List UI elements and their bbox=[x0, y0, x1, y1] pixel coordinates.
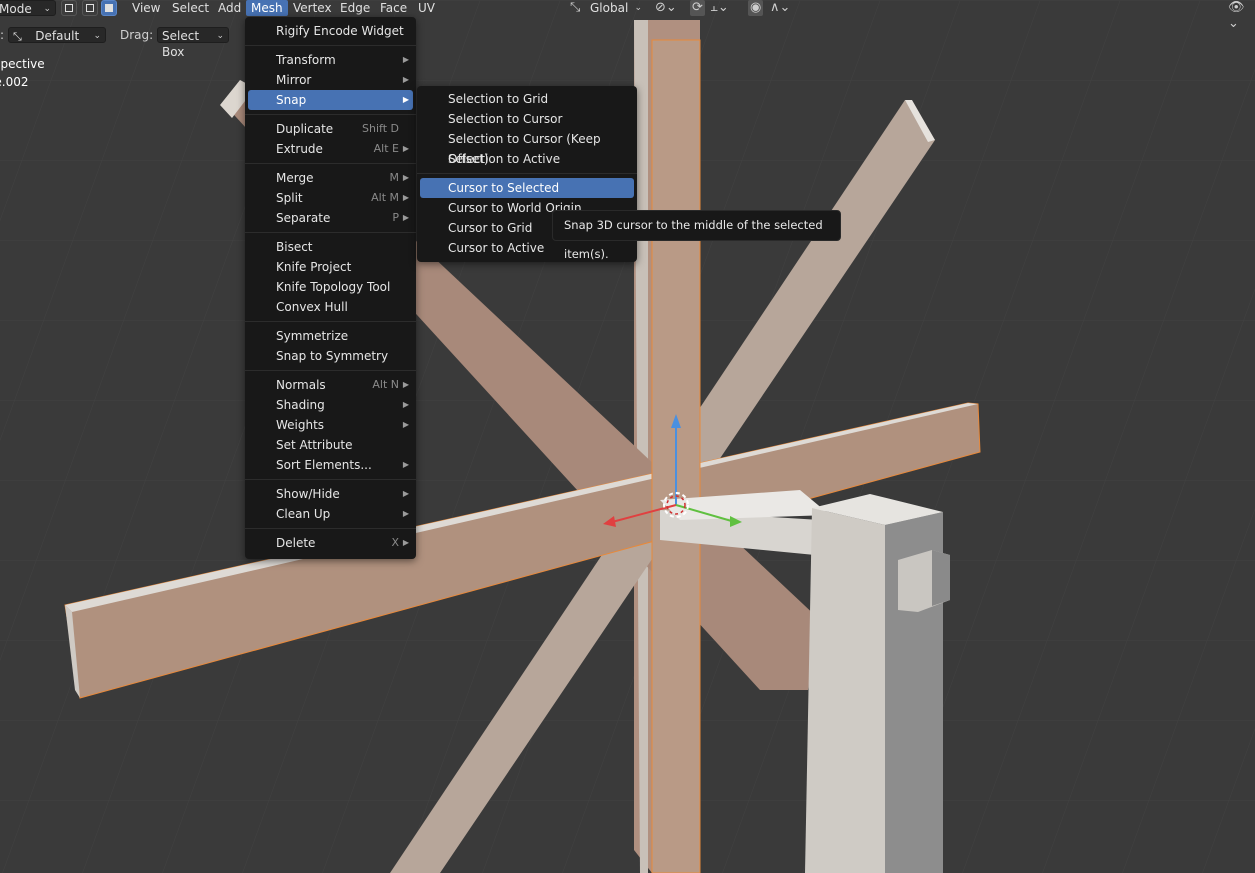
submenu-arrow-icon: ▶ bbox=[402, 55, 409, 64]
transform-orientation-label: Global bbox=[590, 1, 629, 15]
submenu-arrow-icon: ▶ bbox=[402, 489, 409, 498]
drag-label: Drag: bbox=[120, 28, 154, 42]
menu-vertex[interactable]: Vertex bbox=[288, 0, 337, 16]
drag-dropdown[interactable]: Select Box ⌄ bbox=[157, 27, 229, 59]
eye-icon[interactable]: 👁⌄ bbox=[1228, 0, 1255, 31]
snap-target-icon[interactable]: ⫠⌄ bbox=[710, 0, 729, 16]
menu-select[interactable]: Select bbox=[167, 0, 214, 16]
menu-item-selection-to-grid[interactable]: Selection to Grid bbox=[420, 89, 634, 109]
menu-item-show-hide[interactable]: Show/Hide ▶ bbox=[248, 484, 413, 504]
vertex-select-icon bbox=[65, 4, 73, 12]
menu-item-weights[interactable]: Weights ▶ bbox=[248, 415, 413, 435]
menu-item-clean-up[interactable]: Clean Up ▶ bbox=[248, 504, 413, 524]
submenu-arrow-icon: ▶ bbox=[402, 538, 409, 547]
edge-select-icon bbox=[86, 4, 94, 12]
menu-item-separate[interactable]: Separate P ▶ bbox=[248, 208, 413, 228]
snap-toggle-icon[interactable]: ⟳ bbox=[690, 0, 705, 16]
edge-select-button[interactable] bbox=[82, 0, 98, 16]
menu-face[interactable]: Face bbox=[375, 0, 412, 16]
menu-item-cursor-to-selected[interactable]: Cursor to Selected bbox=[420, 178, 634, 198]
menu-item-shading[interactable]: Shading ▶ bbox=[248, 395, 413, 415]
face-select-icon bbox=[105, 4, 113, 12]
tooltip: Snap 3D cursor to the middle of the sele… bbox=[552, 210, 841, 261]
chevron-down-icon: ⌄ bbox=[93, 31, 101, 41]
menu-item-mirror[interactable]: Mirror ▶ bbox=[248, 70, 413, 90]
menu-uv[interactable]: UV bbox=[413, 0, 440, 16]
viewport-header: Mode ⌄ View Select Add Mesh Vertex Edge … bbox=[0, 0, 1255, 31]
orientation-icon: ⤡ bbox=[13, 30, 26, 43]
menu-add[interactable]: Add bbox=[213, 0, 246, 16]
submenu-arrow-icon: ▶ bbox=[402, 400, 409, 409]
view-name-label: User Perspective bbox=[0, 57, 45, 71]
transform-orientation-icon: ⤡ bbox=[570, 0, 581, 15]
orientation-dropdown[interactable]: ⤡ Default ⌄ bbox=[8, 27, 106, 43]
submenu-arrow-icon: ▶ bbox=[402, 509, 409, 518]
menu-item-merge[interactable]: Merge M ▶ bbox=[248, 168, 413, 188]
vertex-select-button[interactable] bbox=[61, 0, 77, 16]
menu-item-selection-to-cursor[interactable]: Selection to Cursor bbox=[420, 109, 634, 129]
chevron-down-icon: ⌄ bbox=[634, 3, 642, 13]
submenu-arrow-icon: ▶ bbox=[402, 193, 409, 202]
menu-item-selection-to-active[interactable]: Selection to Active bbox=[420, 149, 634, 169]
falloff-icon[interactable]: ∧⌄ bbox=[770, 0, 790, 16]
submenu-arrow-icon: ▶ bbox=[402, 420, 409, 429]
menu-item-normals[interactable]: Normals Alt N ▶ bbox=[248, 375, 413, 395]
submenu-arrow-icon: ▶ bbox=[402, 213, 409, 222]
menu-item-set-attribute[interactable]: Set Attribute bbox=[248, 435, 413, 455]
menu-item-delete[interactable]: Delete X ▶ bbox=[248, 533, 413, 553]
submenu-arrow-icon: ▶ bbox=[402, 380, 409, 389]
menu-item-duplicate[interactable]: Duplicate Shift D bbox=[248, 119, 413, 139]
menu-item-convex-hull[interactable]: Convex Hull bbox=[248, 297, 413, 317]
chevron-down-icon: ⌄ bbox=[43, 4, 51, 14]
submenu-arrow-icon: ▶ bbox=[402, 460, 409, 469]
menu-item-extrude[interactable]: Extrude Alt E ▶ bbox=[248, 139, 413, 159]
menu-mesh[interactable]: Mesh bbox=[246, 0, 288, 16]
menu-item-knife-topology-tool[interactable]: Knife Topology Tool bbox=[248, 277, 413, 297]
menu-view[interactable]: View bbox=[127, 0, 165, 16]
pivot-point-icon[interactable]: ⊘⌄ bbox=[655, 0, 677, 16]
chevron-down-icon: ⌄ bbox=[216, 31, 224, 41]
proportional-editing-icon[interactable]: ◉ bbox=[748, 0, 764, 16]
submenu-arrow-icon: ▶ bbox=[402, 75, 409, 84]
menu-edge[interactable]: Edge bbox=[335, 0, 375, 16]
face-select-button[interactable] bbox=[101, 0, 117, 16]
menu-item-symmetrize[interactable]: Symmetrize bbox=[248, 326, 413, 346]
menu-item-snap[interactable]: Snap ▶ bbox=[248, 90, 413, 110]
menu-item-rigify-encode-widget[interactable]: Rigify Encode Widget bbox=[248, 21, 413, 41]
menu-item-snap-to-symmetry[interactable]: Snap to Symmetry bbox=[248, 346, 413, 366]
mode-label: Mode bbox=[0, 2, 32, 16]
submenu-arrow-icon: ▶ bbox=[402, 95, 409, 104]
object-name-label: (1) Cube.002 bbox=[0, 75, 29, 89]
menu-item-knife-project[interactable]: Knife Project bbox=[248, 257, 413, 277]
submenu-arrow-icon: ▶ bbox=[402, 144, 409, 153]
menu-item-sort-elements[interactable]: Sort Elements... ▶ bbox=[248, 455, 413, 475]
orientation-value: Default bbox=[35, 29, 80, 43]
menu-item-selection-to-cursor-keep-offset[interactable]: Selection to Cursor (Keep Offset) bbox=[420, 129, 634, 166]
mode-dropdown[interactable]: Mode ⌄ bbox=[0, 0, 56, 16]
menu-item-split[interactable]: Split Alt M ▶ bbox=[248, 188, 413, 208]
orientation-colon: : bbox=[0, 28, 5, 42]
transform-orientation-dropdown[interactable]: Global ⌄ bbox=[586, 0, 646, 16]
menu-item-transform[interactable]: Transform ▶ bbox=[248, 50, 413, 70]
submenu-arrow-icon: ▶ bbox=[402, 173, 409, 182]
mesh-menu: Rigify Encode Widget Transform ▶ Mirror ▶ … bbox=[245, 17, 416, 559]
menu-item-bisect[interactable]: Bisect bbox=[248, 237, 413, 257]
